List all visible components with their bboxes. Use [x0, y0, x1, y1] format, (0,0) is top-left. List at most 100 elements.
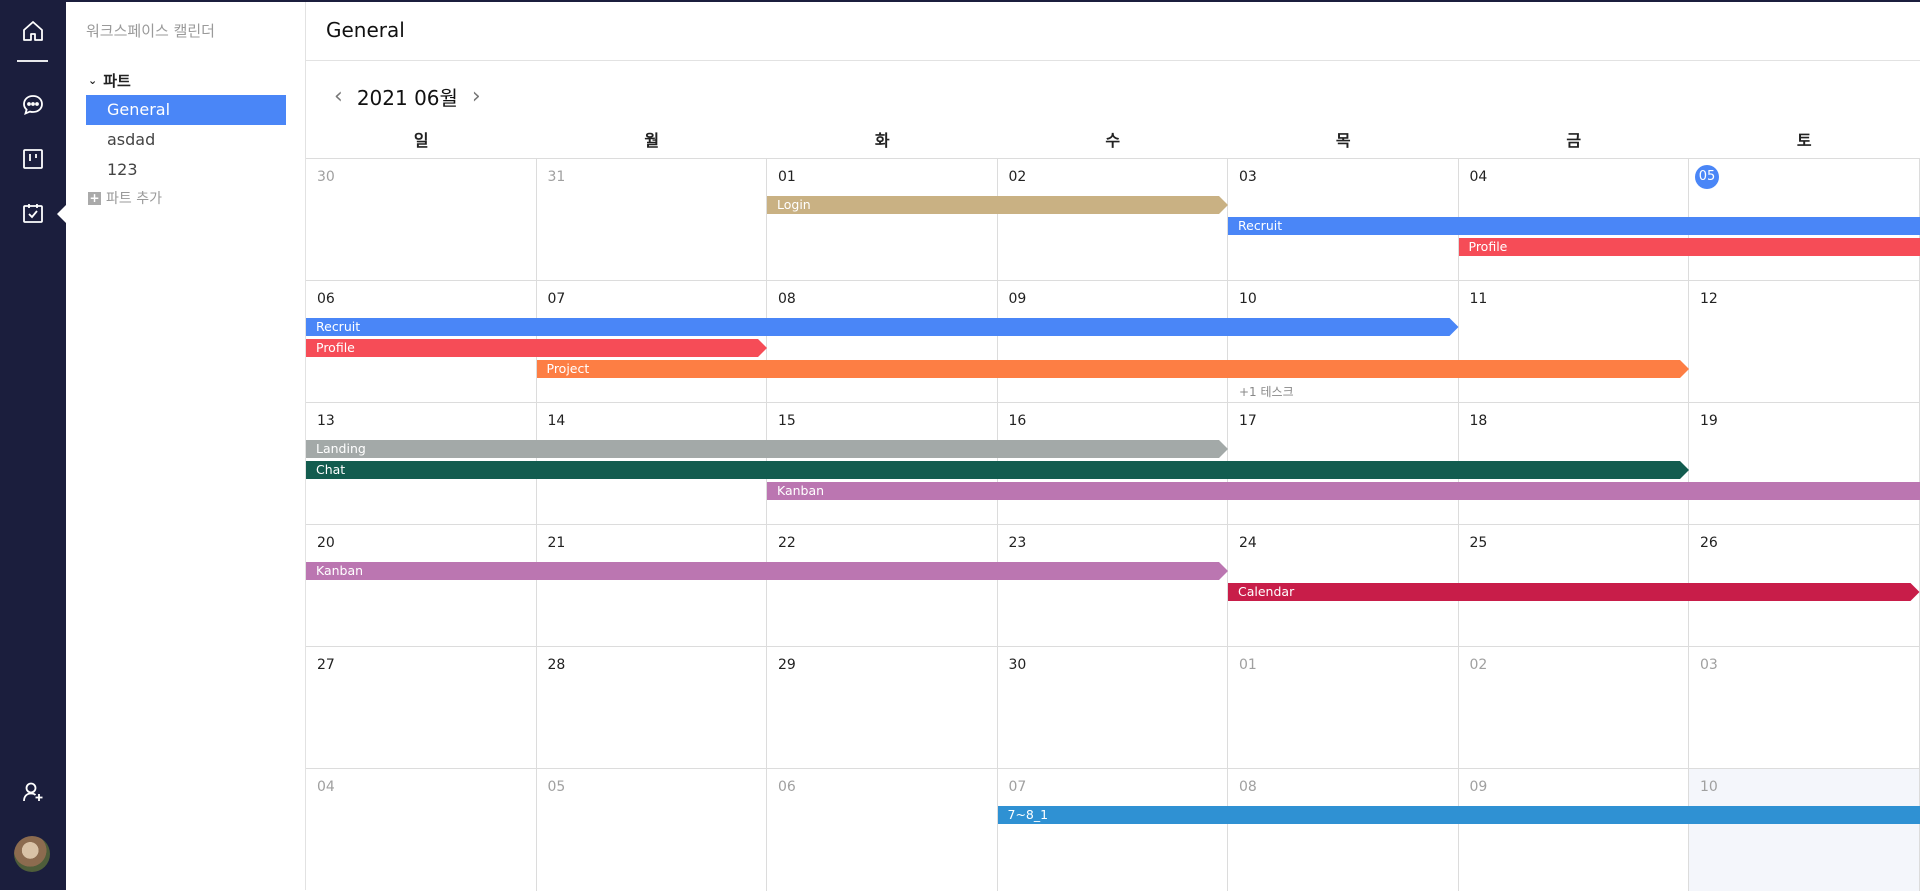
today-day-number: 05	[1695, 165, 1719, 189]
day-number: 06	[317, 291, 335, 307]
day-number: 23	[1008, 535, 1027, 551]
event-bar-login[interactable]: Login	[767, 196, 1228, 214]
day-number: 15	[778, 413, 796, 429]
day-number: 27	[317, 657, 335, 673]
day-cell[interactable]: 29	[767, 647, 998, 769]
day-number: 25	[1469, 535, 1488, 551]
kanban-icon[interactable]	[17, 143, 49, 175]
day-number: 05	[547, 779, 566, 795]
day-cell[interactable]: 07	[998, 769, 1228, 891]
event-bar-kanban[interactable]: Kanban	[767, 482, 1920, 500]
avatar[interactable]	[14, 836, 50, 872]
day-number: 06	[778, 779, 796, 795]
main-content: General ‹ 2021 06월 › 일 월 화 수 목 금 토 30 31 0…	[306, 0, 1920, 891]
day-number: 09	[1469, 779, 1488, 795]
day-number: 01	[1239, 657, 1257, 673]
day-cell[interactable]: 28	[537, 647, 767, 769]
event-bar-7-8-1[interactable]: 7~8_1	[997, 806, 1920, 824]
day-cell[interactable]: 30	[998, 647, 1228, 769]
day-number: 21	[547, 535, 566, 551]
next-month-icon[interactable]: ›	[472, 85, 481, 108]
day-number: 22	[778, 535, 796, 551]
prev-month-icon[interactable]: ‹	[334, 85, 343, 108]
event-bar-chat[interactable]: Chat	[306, 461, 1689, 479]
day-cell[interactable]: 09	[1459, 769, 1689, 891]
day-cell[interactable]: 02	[1459, 647, 1689, 769]
more-tasks-link[interactable]: +1 테스크	[1239, 383, 1294, 400]
page-title: General	[326, 18, 405, 42]
left-nav	[0, 0, 66, 890]
day-cell[interactable]: 11	[1459, 281, 1689, 403]
calendar-week: 27 28 29 30 01 02 03	[306, 646, 1920, 769]
day-number: 31	[547, 169, 566, 185]
day-number: 18	[1469, 413, 1488, 429]
add-part-button[interactable]: + 파트 추가	[88, 188, 162, 208]
calendar-grid: 30 31 01 02 03 04 05 06 07 08 09 10 11 12 +1 테스크 13 14 15…	[306, 158, 1920, 891]
day-cell[interactable]: 06	[767, 769, 998, 891]
day-cell[interactable]: 03	[1689, 647, 1920, 769]
chevron-down-icon: ⌄	[88, 74, 98, 87]
day-cell[interactable]: 12	[1689, 281, 1920, 403]
day-cell[interactable]: 01	[1228, 647, 1459, 769]
part-section-toggle[interactable]: ⌄ 파트	[88, 70, 131, 91]
day-number: 02	[1008, 169, 1027, 185]
day-cell[interactable]: 08	[767, 281, 998, 403]
day-number: 13	[317, 413, 335, 429]
day-cell[interactable]: 01	[767, 159, 998, 281]
day-number: 03	[1239, 169, 1257, 185]
day-number: 07	[547, 291, 566, 307]
part-section-label: 파트	[103, 72, 131, 90]
day-cell[interactable]: 22	[767, 525, 998, 647]
day-number: 28	[547, 657, 566, 673]
event-bar-calendar[interactable]: Calendar	[1228, 583, 1920, 601]
add-part-label: 파트 추가	[106, 191, 162, 207]
nav-divider	[17, 60, 48, 62]
event-bar-kanban[interactable]: Kanban	[306, 562, 1228, 580]
day-number: 09	[1008, 291, 1027, 307]
day-number: 14	[547, 413, 566, 429]
event-bar-landing[interactable]: Landing	[306, 440, 1228, 458]
plus-icon: +	[88, 190, 101, 205]
weekday-header: 일 월 화 수 목 금 토	[306, 127, 1920, 158]
day-cell[interactable]: 23	[998, 525, 1228, 647]
day-cell[interactable]: 31	[537, 159, 767, 281]
day-cell[interactable]: 19	[1689, 403, 1920, 525]
active-nav-pointer	[57, 205, 66, 223]
day-cell[interactable]: 27	[306, 647, 537, 769]
day-number: 29	[778, 657, 796, 673]
event-bar-recruit[interactable]: Recruit	[306, 318, 1459, 336]
event-bar-profile[interactable]: Profile	[306, 339, 767, 357]
part-list: General asdad 123	[86, 95, 286, 185]
chat-icon[interactable]	[17, 89, 49, 121]
weekday-label: 수	[1105, 131, 1121, 150]
day-number: 04	[1469, 169, 1488, 185]
calendar-check-icon[interactable]	[17, 197, 49, 229]
day-cell[interactable]: 02	[998, 159, 1228, 281]
weekday-label: 일	[413, 131, 429, 150]
day-number: 30	[1008, 657, 1027, 673]
user-add-icon[interactable]	[17, 776, 49, 808]
event-bar-project[interactable]: Project	[537, 360, 1690, 378]
home-icon[interactable]	[17, 15, 49, 47]
day-cell[interactable]: 20	[306, 525, 537, 647]
sidebar-item-general[interactable]: General	[86, 95, 286, 125]
day-cell[interactable]: 05	[537, 769, 767, 891]
day-cell[interactable]: 10	[1689, 769, 1920, 891]
day-number: 11	[1469, 291, 1488, 307]
event-bar-profile[interactable]: Profile	[1458, 238, 1920, 256]
page-header: General	[306, 0, 1920, 61]
day-number: 07	[1008, 779, 1027, 795]
sidebar-item-asdad[interactable]: asdad	[86, 125, 286, 155]
month-label: 2021 06월	[356, 86, 458, 110]
day-cell[interactable]: 09	[998, 281, 1228, 403]
sidebar-item-123[interactable]: 123	[86, 155, 286, 185]
day-cell[interactable]: 04	[306, 769, 537, 891]
day-cell[interactable]: 30	[306, 159, 537, 281]
day-cell[interactable]: 21	[537, 525, 767, 647]
day-number: 26	[1700, 535, 1718, 551]
day-number: 10	[1239, 291, 1257, 307]
day-cell[interactable]: 08	[1228, 769, 1459, 891]
day-number: 01	[778, 169, 796, 185]
day-number: 03	[1700, 657, 1718, 673]
event-bar-recruit[interactable]: Recruit	[1228, 217, 1920, 235]
